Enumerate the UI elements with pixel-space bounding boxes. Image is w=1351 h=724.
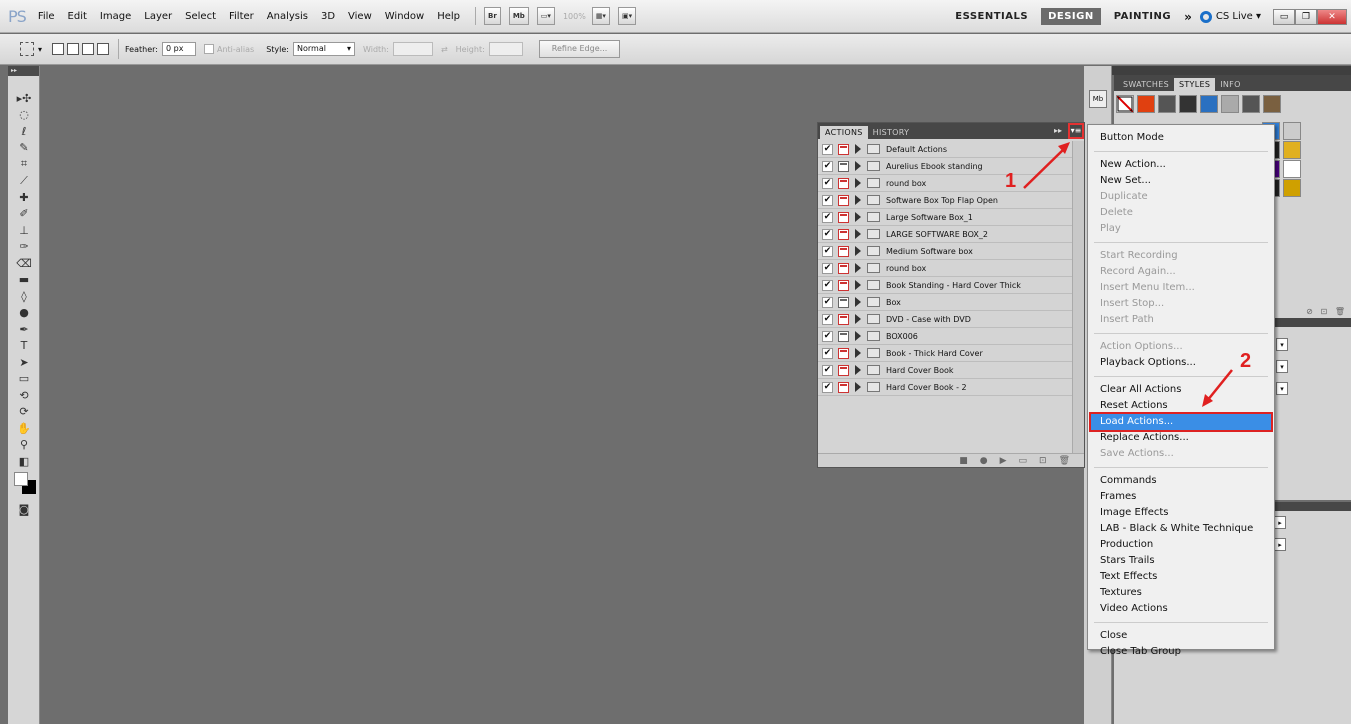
annotation-arrows [1023, 142, 1233, 407]
arrow-1 [1023, 146, 1067, 189]
arrow-2 [1206, 369, 1233, 402]
annotation-step-1: 1 [1005, 170, 1017, 192]
annotation-step-2: 2 [1240, 350, 1252, 372]
